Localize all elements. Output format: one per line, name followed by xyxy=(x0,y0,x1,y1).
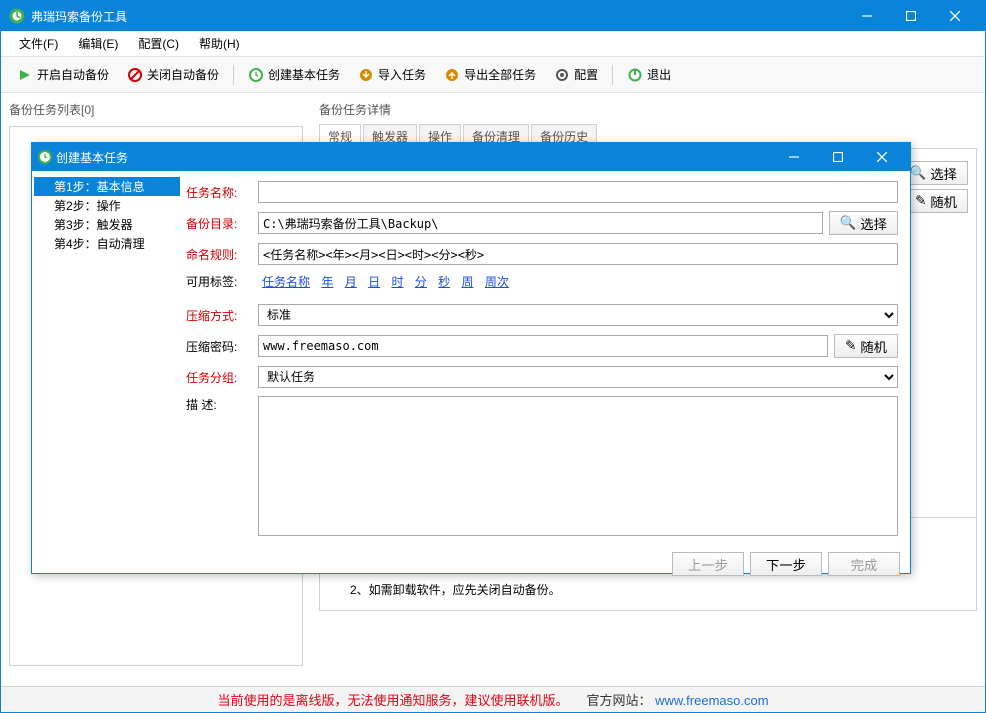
app-icon xyxy=(9,8,25,24)
tbtn-label: 导出全部任务 xyxy=(464,66,536,83)
import-icon xyxy=(358,67,374,83)
tag-month[interactable]: 月 xyxy=(345,275,357,289)
clock-icon xyxy=(38,150,52,164)
search-icon: 🔍 xyxy=(840,215,857,231)
window-title: 弗瑞玛索备份工具 xyxy=(31,8,845,25)
start-auto-backup-button[interactable]: 开启自动备份 xyxy=(9,62,117,87)
tbtn-label: 开启自动备份 xyxy=(37,66,109,83)
toolbar: 开启自动备份 关闭自动备份 创建基本任务 导入任务 导出全部任务 配置 退出 xyxy=(1,57,985,93)
tbtn-label: 配置 xyxy=(574,66,598,83)
detail-random-button[interactable]: ✎ 随机 xyxy=(904,189,968,213)
tag-year[interactable]: 年 xyxy=(321,275,333,289)
tbtn-label: 导入任务 xyxy=(378,66,426,83)
btn-label: 随机 xyxy=(930,192,957,211)
menu-file[interactable]: 文件(F) xyxy=(9,32,68,55)
tbtn-label: 创建基本任务 xyxy=(268,66,340,83)
compress-label: 压缩方式: xyxy=(186,307,252,324)
gear-icon xyxy=(554,67,570,83)
tag-day[interactable]: 日 xyxy=(368,275,380,289)
tag-minute[interactable]: 分 xyxy=(415,275,427,289)
desc-label: 描 述: xyxy=(186,396,252,413)
create-task-dialog: 创建基本任务 第1步：基本信息 第2步：操作 第3步：触发器 第4步：自动清理 … xyxy=(31,142,911,574)
dialog-minimize-button[interactable] xyxy=(772,142,816,172)
next-step-button[interactable]: 下一步 xyxy=(750,552,822,576)
tbtn-label: 退出 xyxy=(647,66,671,83)
step-cleanup[interactable]: 第4步：自动清理 xyxy=(34,234,180,253)
naming-rule-input[interactable] xyxy=(258,243,898,265)
menubar: 文件(F) 编辑(E) 配置(C) 帮助(H) xyxy=(1,31,985,57)
dialog-maximize-button[interactable] xyxy=(816,142,860,172)
btn-label: 选择 xyxy=(860,214,887,233)
play-icon xyxy=(17,67,33,83)
compress-pwd-input[interactable] xyxy=(258,335,828,357)
close-button[interactable] xyxy=(933,1,977,31)
task-name-input[interactable] xyxy=(258,181,898,203)
task-name-label: 任务名称: xyxy=(186,184,252,201)
desc-textarea[interactable] xyxy=(258,396,898,536)
step-list: 第1步：基本信息 第2步：操作 第3步：触发器 第4步：自动清理 xyxy=(32,171,182,546)
clock-icon xyxy=(248,67,264,83)
tag-weeknum[interactable]: 周次 xyxy=(485,275,509,289)
export-task-button[interactable]: 导出全部任务 xyxy=(436,62,544,87)
compress-pwd-label: 压缩密码: xyxy=(186,338,252,355)
offline-warning: 当前使用的是离线版，无法使用通知服务，建议使用联机版。 xyxy=(217,690,568,709)
search-icon: 🔍 xyxy=(910,165,927,181)
separator xyxy=(233,65,234,85)
step-basic-info[interactable]: 第1步：基本信息 xyxy=(34,177,180,196)
naming-rule-label: 命名规则: xyxy=(186,246,252,263)
finish-button[interactable]: 完成 xyxy=(828,552,900,576)
menu-config[interactable]: 配置(C) xyxy=(128,32,189,55)
dialog-titlebar: 创建基本任务 xyxy=(32,143,910,171)
backup-dir-input[interactable] xyxy=(258,212,823,234)
tag-hour[interactable]: 时 xyxy=(391,275,403,289)
stop-auto-backup-button[interactable]: 关闭自动备份 xyxy=(119,62,227,87)
step-action[interactable]: 第2步：操作 xyxy=(34,196,180,215)
btn-label: 选择 xyxy=(930,164,957,183)
edit-icon: ✎ xyxy=(845,338,856,354)
import-task-button[interactable]: 导入任务 xyxy=(350,62,434,87)
task-group-select[interactable]: 默认任务 xyxy=(258,366,898,388)
backup-dir-label: 备份目录: xyxy=(186,215,252,232)
menu-help[interactable]: 帮助(H) xyxy=(189,32,250,55)
tags-label: 可用标签: xyxy=(186,273,252,290)
titlebar: 弗瑞玛索备份工具 xyxy=(1,1,985,31)
exit-button[interactable]: 退出 xyxy=(619,62,679,87)
site-label: 官方网站： xyxy=(586,693,651,708)
task-detail-header: 备份任务详情 xyxy=(319,99,977,120)
tbtn-label: 关闭自动备份 xyxy=(147,66,219,83)
edit-icon: ✎ xyxy=(915,193,926,209)
exit-icon xyxy=(627,67,643,83)
create-task-button[interactable]: 创建基本任务 xyxy=(240,62,348,87)
compress-select[interactable]: 标准 xyxy=(258,304,898,326)
random-pwd-button[interactable]: ✎ 随机 xyxy=(834,334,898,358)
task-list-header: 备份任务列表[0] xyxy=(9,99,303,120)
prev-step-button[interactable]: 上一步 xyxy=(672,552,744,576)
task-group-label: 任务分组: xyxy=(186,369,252,386)
step-trigger[interactable]: 第3步：触发器 xyxy=(34,215,180,234)
maximize-button[interactable] xyxy=(889,1,933,31)
menu-edit[interactable]: 编辑(E) xyxy=(68,32,128,55)
browse-dir-button[interactable]: 🔍 选择 xyxy=(829,211,898,235)
site-link[interactable]: www.freemaso.com xyxy=(655,693,768,708)
export-icon xyxy=(444,67,460,83)
separator xyxy=(612,65,613,85)
btn-label: 随机 xyxy=(860,337,887,356)
statusbar: 当前使用的是离线版，无法使用通知服务，建议使用联机版。 官方网站： www.fr… xyxy=(1,686,985,712)
minimize-button[interactable] xyxy=(845,1,889,31)
stop-icon xyxy=(127,67,143,83)
tag-second[interactable]: 秒 xyxy=(438,275,450,289)
config-button[interactable]: 配置 xyxy=(546,62,606,87)
tag-week[interactable]: 周 xyxy=(462,275,474,289)
tag-taskname[interactable]: 任务名称 xyxy=(262,275,310,289)
dialog-close-button[interactable] xyxy=(860,142,904,172)
dialog-title: 创建基本任务 xyxy=(56,149,772,166)
